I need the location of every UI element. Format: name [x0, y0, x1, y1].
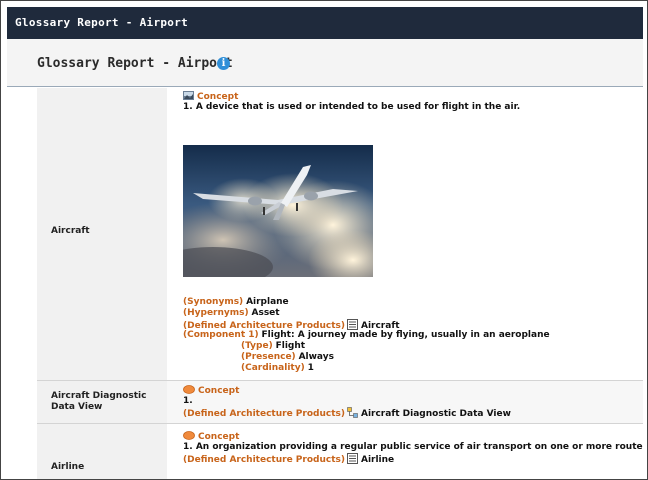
products-line: (Defined Architecture Products) Aircraft… — [183, 407, 511, 420]
concept-image-icon — [183, 91, 194, 100]
term-detail-cell: Concept 1. A device that is used or inte… — [167, 88, 643, 380]
report-window: Glossary Report - Airport Glossary Repor… — [0, 0, 648, 480]
glossary-table: Aircraft Concept 1. A device that is use… — [37, 88, 643, 479]
table-row: Aircraft Diagnostic Data View Concept 1.… — [37, 381, 643, 423]
page-title: Glossary Report - Airport — [37, 56, 233, 71]
hypernyms-line: (Hypernyms) Asset — [183, 308, 280, 319]
cardinality-label: (Cardinality) — [241, 363, 305, 373]
document-icon — [346, 319, 358, 330]
window-title: Glossary Report - Airport — [7, 7, 643, 39]
component-value: Flight: A journey made by flying, usuall… — [261, 330, 550, 340]
view-diagram-icon — [347, 407, 358, 418]
report-header: Glossary Report - Airport i — [7, 39, 643, 87]
product-link[interactable]: Aircraft Diagnostic Data View — [361, 409, 511, 419]
hypernyms-label: (Hypernyms) — [183, 308, 249, 318]
type-label: (Type) — [241, 341, 273, 351]
info-icon[interactable]: i — [217, 57, 230, 70]
definition-text: 1. — [183, 396, 193, 406]
term-name: Airline — [51, 462, 85, 472]
concept-cloud-icon — [183, 431, 195, 440]
definition-text: 1. A device that is used or intended to … — [183, 102, 521, 112]
concept-cloud-icon — [183, 385, 195, 394]
term-name-cell: Airline — [37, 424, 167, 479]
definition-text: 1. An organization providing a regular p… — [183, 442, 643, 452]
presence-label: (Presence) — [241, 352, 296, 362]
table-row: Aircraft Concept 1. A device that is use… — [37, 88, 643, 380]
presence-line: (Presence) Always — [241, 352, 334, 363]
products-label: (Defined Architecture Products) — [183, 409, 345, 419]
term-name-line1: Aircraft Diagnostic — [51, 391, 147, 401]
component-line: (Component 1) Flight: A journey made by … — [183, 330, 550, 341]
synonyms-line: (Synonyms) Airplane — [183, 297, 289, 308]
term-name: Aircraft Diagnostic Data View — [51, 391, 146, 413]
airplane-photo — [183, 145, 373, 277]
product-link[interactable]: Airline — [361, 455, 394, 465]
term-name-cell: Aircraft Diagnostic Data View — [37, 381, 167, 423]
concept-label: Concept — [197, 92, 239, 102]
hypernyms-value: Asset — [251, 308, 280, 318]
term-name-cell: Aircraft — [37, 88, 167, 380]
products-line: (Defined Architecture Products) Airline — [183, 453, 394, 466]
term-detail-cell: Concept 1. An organization providing a r… — [167, 424, 643, 479]
type-line: (Type) Flight — [241, 341, 305, 352]
concept-label: Concept — [198, 432, 240, 442]
term-detail-cell: Concept 1. (Defined Architecture Product… — [167, 381, 643, 423]
document-icon — [346, 453, 358, 464]
presence-value: Always — [298, 352, 334, 362]
table-row: Airline Concept 1. An organization provi… — [37, 424, 643, 479]
type-value: Flight — [275, 341, 306, 351]
concept-label: Concept — [198, 386, 240, 396]
products-label: (Defined Architecture Products) — [183, 455, 345, 465]
cardinality-value: 1 — [307, 363, 314, 373]
term-name: Aircraft — [51, 226, 90, 236]
cardinality-line: (Cardinality) 1 — [241, 363, 314, 374]
term-name-line2: Data View — [51, 402, 103, 412]
synonyms-value: Airplane — [246, 297, 289, 307]
component-label: (Component 1) — [183, 330, 259, 340]
synonyms-label: (Synonyms) — [183, 297, 244, 307]
